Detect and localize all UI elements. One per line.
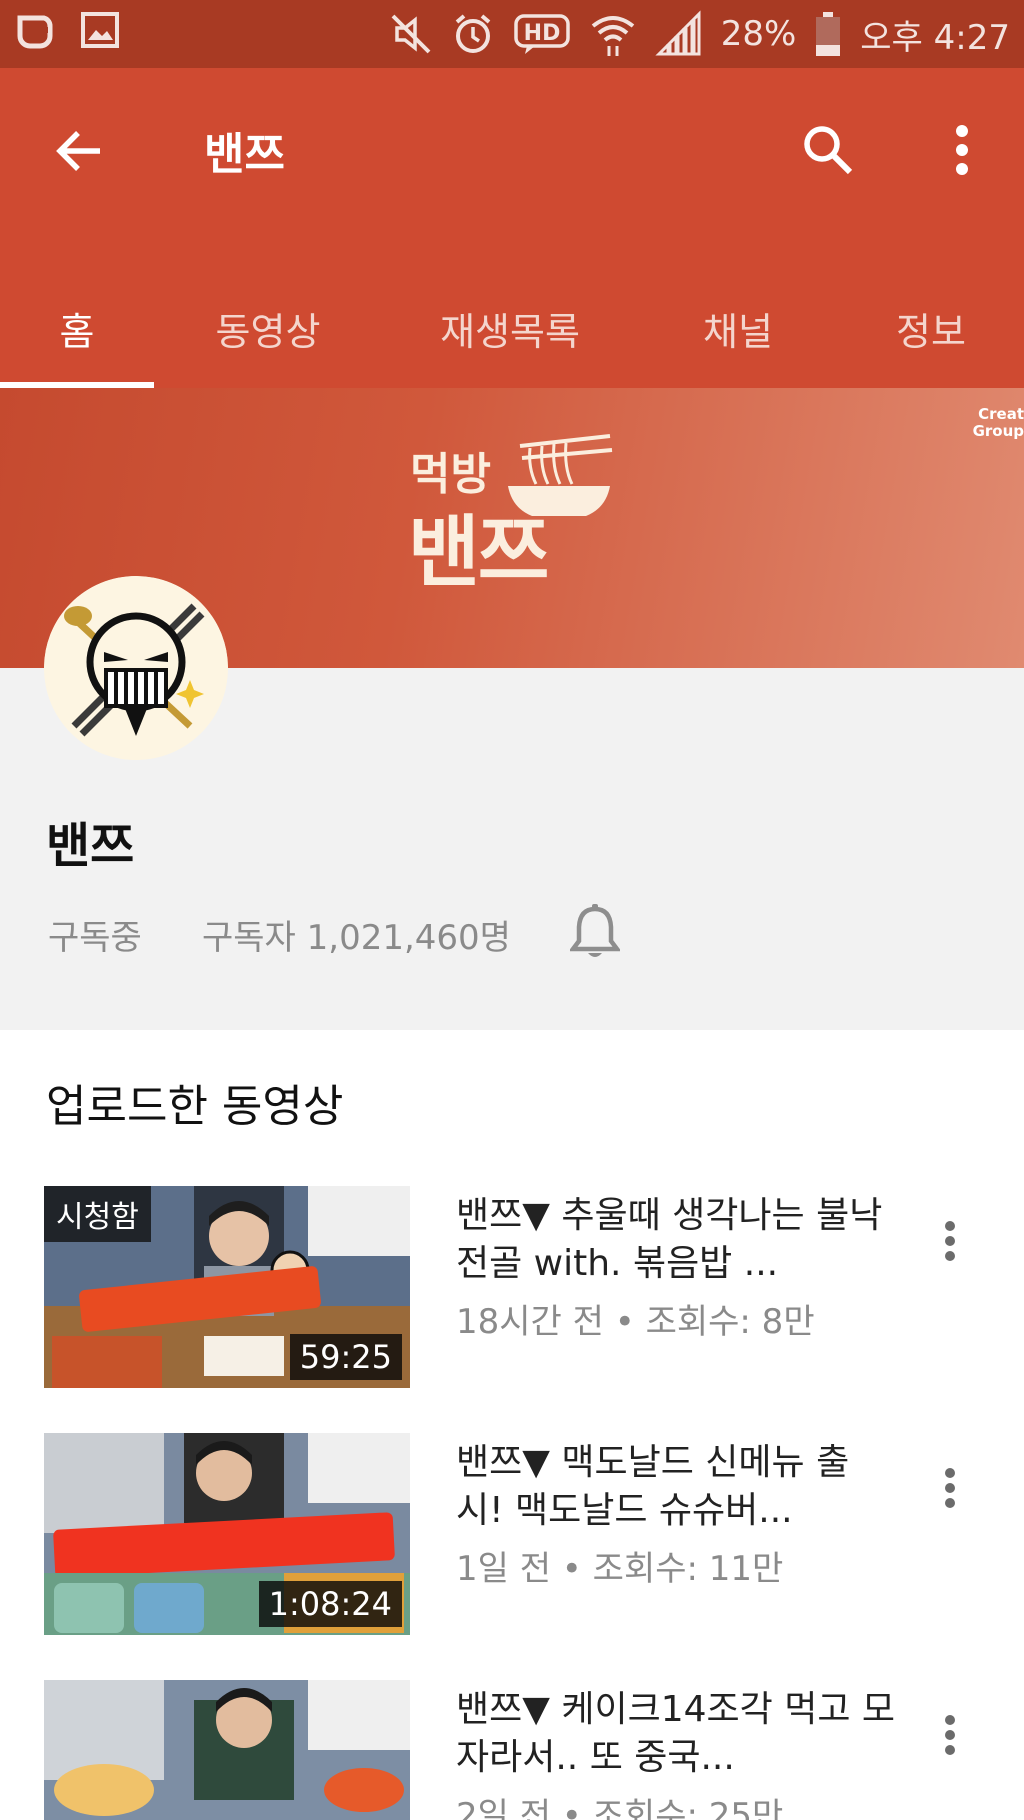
section-title: 업로드한 동영상 [46, 1081, 344, 1132]
more-vert-icon [945, 1468, 955, 1508]
thumbnail-image [44, 1680, 410, 1820]
page-title: 밴쯔 [204, 129, 285, 180]
video-meta: 18시간 전 • 조회수: 8만 [456, 1302, 815, 1342]
signal-icon [655, 10, 703, 58]
video-duration: 59:25 [289, 1334, 402, 1380]
tab-channels[interactable]: 채널 [638, 268, 838, 388]
video-title[interactable]: 밴쯔▼ 맥도날드 신메뉴 출시! 맥도날드 슈슈버... [456, 1439, 896, 1535]
video-duration: 1:08:24 [258, 1581, 402, 1627]
video-thumbnail[interactable] [44, 1680, 410, 1820]
battery-icon [814, 10, 842, 58]
tab-home[interactable]: 홈 [0, 268, 154, 388]
search-button[interactable] [790, 112, 866, 188]
app-bar: 밴쯔 홈 동영상 재생목록 채널 정보 [0, 68, 1024, 388]
image-icon [80, 10, 120, 50]
arrow-back-icon [56, 131, 100, 171]
video-item[interactable]: 시청함 59:25 밴쯔▼ 추울때 생각나는 불낙전골 with. 볶음밥 ..… [0, 1186, 1024, 1396]
video-thumbnail[interactable]: 시청함 59:25 [44, 1186, 410, 1388]
more-vert-icon [945, 1715, 955, 1755]
video-title[interactable]: 밴쯔▼ 추울때 생각나는 불낙전골 with. 볶음밥 ... [456, 1192, 896, 1288]
back-button[interactable] [44, 116, 114, 186]
search-icon [804, 126, 853, 175]
clock: 오후 4:27 [860, 17, 1010, 58]
more-options-button[interactable] [924, 112, 1000, 188]
video-thumbnail[interactable]: 1:08:24 [44, 1433, 410, 1635]
wifi-icon [589, 10, 637, 58]
logo-text-main: 밴쯔 [408, 508, 550, 598]
mute-icon [389, 12, 433, 56]
video-meta: 2일 전 • 조회수: 25만 [456, 1796, 784, 1820]
tab-about[interactable]: 정보 [838, 268, 1024, 388]
carrier-icon [14, 10, 54, 50]
banner-corner-label: Creat Group [972, 406, 1024, 440]
video-menu-button[interactable] [930, 1206, 970, 1276]
more-vert-icon [945, 1221, 955, 1261]
subscribe-button[interactable]: 구독중 [48, 910, 142, 959]
hd-icon: HD [513, 12, 571, 56]
bell-icon [570, 904, 620, 957]
channel-logo: 먹방 밴쯔 [400, 428, 630, 638]
status-bar: HD 28% 오후 4:27 [0, 0, 1024, 68]
more-vert-icon [956, 125, 968, 175]
channel-name: 밴쯔 [46, 818, 135, 874]
video-menu-button[interactable] [930, 1453, 970, 1523]
video-title[interactable]: 밴쯔▼ 케이크14조각 먹고 모자라서.. 또 중국... [456, 1686, 896, 1782]
video-menu-button[interactable] [930, 1700, 970, 1770]
tab-videos[interactable]: 동영상 [154, 268, 382, 388]
svg-text:HD: HD [523, 21, 560, 46]
video-meta: 1일 전 • 조회수: 11만 [456, 1549, 784, 1589]
avatar [44, 576, 228, 760]
alarm-icon [451, 12, 495, 56]
video-item[interactable]: 1:08:24 밴쯔▼ 맥도날드 신메뉴 출시! 맥도날드 슈슈버... 1일 … [0, 1433, 1024, 1643]
video-item[interactable]: 밴쯔▼ 케이크14조각 먹고 모자라서.. 또 중국... 2일 전 • 조회수… [0, 1680, 1024, 1820]
watched-badge: 시청함 [44, 1186, 151, 1242]
tab-playlists[interactable]: 재생목록 [382, 268, 638, 388]
battery-percent: 28% [720, 14, 797, 54]
channel-tabs: 홈 동영상 재생목록 채널 정보 [0, 268, 1024, 388]
subscriber-count: 구독자 1,021,460명 [202, 918, 511, 958]
notification-bell-button[interactable] [566, 900, 624, 964]
